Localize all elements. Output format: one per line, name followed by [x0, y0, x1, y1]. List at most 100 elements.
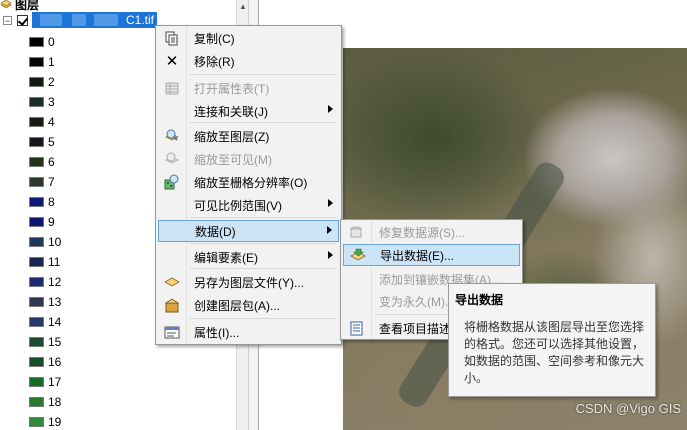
- legend-class-row[interactable]: 11: [29, 252, 60, 272]
- menu-item-2[interactable]: ✕ 移除(R): [158, 50, 339, 72]
- menu-separator: [190, 268, 336, 269]
- menu-item-11[interactable]: 另存为图层文件(Y)...: [158, 271, 339, 293]
- legend-class-row[interactable]: 6: [29, 152, 55, 172]
- menu-item-4[interactable]: 连接和关联(J): [158, 100, 339, 122]
- legend-swatch: [29, 377, 44, 387]
- layer-file-icon: [164, 274, 180, 290]
- legend-swatch: [29, 197, 44, 207]
- menu-item-label: 变为永久(M)...: [379, 294, 455, 309]
- menu-icon-placeholder: [349, 293, 365, 309]
- legend-class-row[interactable]: 14: [29, 312, 61, 332]
- menu-item-13[interactable]: 属性(I)...: [158, 321, 339, 343]
- legend-swatch: [29, 157, 44, 167]
- legend-class-row[interactable]: 18: [29, 392, 61, 412]
- legend-class-label: 8: [48, 195, 55, 209]
- watermark: CSDN @Vigo GIS: [575, 401, 681, 416]
- legend-class-row[interactable]: 17: [29, 372, 61, 392]
- legend-swatch: [29, 277, 44, 287]
- scroll-up-icon[interactable]: ▲: [239, 2, 247, 11]
- legend-class-label: 19: [48, 415, 62, 429]
- layer-visibility-checkbox[interactable]: [17, 14, 28, 26]
- legend-class-row[interactable]: 12: [29, 272, 61, 292]
- legend-class-row[interactable]: 2: [29, 72, 55, 92]
- copy-icon: [164, 30, 180, 46]
- legend-class-row[interactable]: 8: [29, 192, 55, 212]
- legend-class-row[interactable]: 15: [29, 332, 61, 352]
- legend-class-label: 13: [48, 295, 62, 309]
- legend-class-row[interactable]: 3: [29, 92, 55, 112]
- legend-class-label: 3: [48, 95, 55, 109]
- menu-separator: [190, 74, 336, 75]
- legend-class-label: 18: [48, 395, 62, 409]
- legend-class-row[interactable]: 9: [29, 212, 55, 232]
- legend-swatch: [29, 337, 44, 347]
- legend-swatch: [29, 357, 44, 367]
- legend-class-row[interactable]: 1: [29, 52, 55, 72]
- tooltip-body: 将栅格数据从该图层导出至您选择的格式。您还可以选择其他设置，如数据的范围、空间参…: [464, 320, 645, 385]
- zoom-visible-icon: [164, 151, 180, 167]
- menu-icon-placeholder: [164, 103, 180, 119]
- layers-icon: [0, 0, 12, 9]
- export-data-tooltip: 导出数据 将栅格数据从该图层导出至您选择的格式。您还可以选择其他设置，如数据的范…: [448, 283, 656, 397]
- submenu-arrow-icon: [327, 226, 332, 234]
- legend-swatch: [29, 137, 44, 147]
- legend-class-row[interactable]: 0: [29, 32, 55, 52]
- layer-name[interactable]: C1.tif: [32, 12, 157, 28]
- menu-item-label: 缩放至可见(M): [194, 152, 272, 167]
- legend-class-row[interactable]: 16: [29, 352, 61, 372]
- menu-icon-placeholder: [164, 197, 180, 213]
- toc-header: 图层: [0, 0, 39, 12]
- legend-swatch: [29, 57, 44, 67]
- legend-class-row[interactable]: 13: [29, 292, 61, 312]
- collapse-toggle[interactable]: −: [3, 15, 12, 25]
- menu-item-2[interactable]: 导出数据(E)...: [343, 244, 520, 266]
- legend-class-label: 5: [48, 135, 55, 149]
- menu-item-label: 打开属性表(T): [194, 81, 270, 96]
- menu-icon-placeholder: [164, 249, 180, 265]
- menu-separator: [190, 318, 336, 319]
- legend-class-row[interactable]: 7: [29, 172, 55, 192]
- legend-swatch: [29, 97, 44, 107]
- menu-item-label: 属性(I)...: [194, 325, 240, 340]
- legend-class-label: 0: [48, 35, 55, 49]
- menu-item-label: 创建图层包(A)...: [194, 298, 280, 313]
- legend-class-label: 15: [48, 335, 62, 349]
- legend-class-label: 7: [48, 175, 55, 189]
- legend-swatch: [29, 257, 44, 267]
- repair-source-icon: [349, 224, 365, 240]
- zoom-raster-icon: [164, 174, 180, 190]
- legend-class-row[interactable]: 19: [29, 412, 61, 430]
- legend-class-row[interactable]: 10: [29, 232, 61, 252]
- menu-item-label: 另存为图层文件(Y)...: [194, 275, 304, 290]
- menu-item-1[interactable]: 复制(C): [158, 27, 339, 49]
- menu-item-label: 缩放至图层(Z): [194, 129, 270, 144]
- menu-item-10[interactable]: 编辑要素(E): [158, 246, 339, 268]
- remove-icon: ✕: [165, 53, 179, 70]
- menu-separator: [190, 243, 336, 244]
- menu-item-label: 缩放至栅格分辨率(O): [194, 175, 308, 190]
- menu-item-label: 移除(R): [194, 54, 235, 69]
- legend-class-row[interactable]: 5: [29, 132, 55, 152]
- tooltip-title: 导出数据: [455, 293, 504, 307]
- submenu-arrow-icon: [328, 251, 333, 259]
- legend-swatch: [29, 177, 44, 187]
- legend-class-label: 17: [48, 375, 62, 389]
- layer-row[interactable]: − C1.tif: [0, 11, 157, 29]
- item-description-icon: [349, 320, 365, 336]
- menu-item-label: 导出数据(E)...: [380, 248, 454, 263]
- menu-item-label: 修复数据源(S)...: [379, 225, 465, 240]
- menu-item-7[interactable]: 缩放至栅格分辨率(O): [158, 171, 339, 193]
- legend-class-row[interactable]: 4: [29, 112, 55, 132]
- legend-class-label: 11: [48, 255, 61, 269]
- menu-item-label: 查看项目描述: [379, 321, 452, 336]
- legend-swatch: [29, 217, 44, 227]
- legend-class-label: 12: [48, 275, 62, 289]
- menu-item-label: 编辑要素(E): [194, 250, 258, 265]
- menu-item-8[interactable]: 可见比例范围(V): [158, 194, 339, 216]
- legend-swatch: [29, 237, 44, 247]
- menu-item-9[interactable]: 数据(D): [158, 220, 339, 242]
- menu-item-5[interactable]: 缩放至图层(Z): [158, 125, 339, 147]
- menu-item-12[interactable]: 创建图层包(A)...: [158, 294, 339, 316]
- submenu-arrow-icon: [328, 199, 333, 207]
- submenu-arrow-icon: [328, 105, 333, 113]
